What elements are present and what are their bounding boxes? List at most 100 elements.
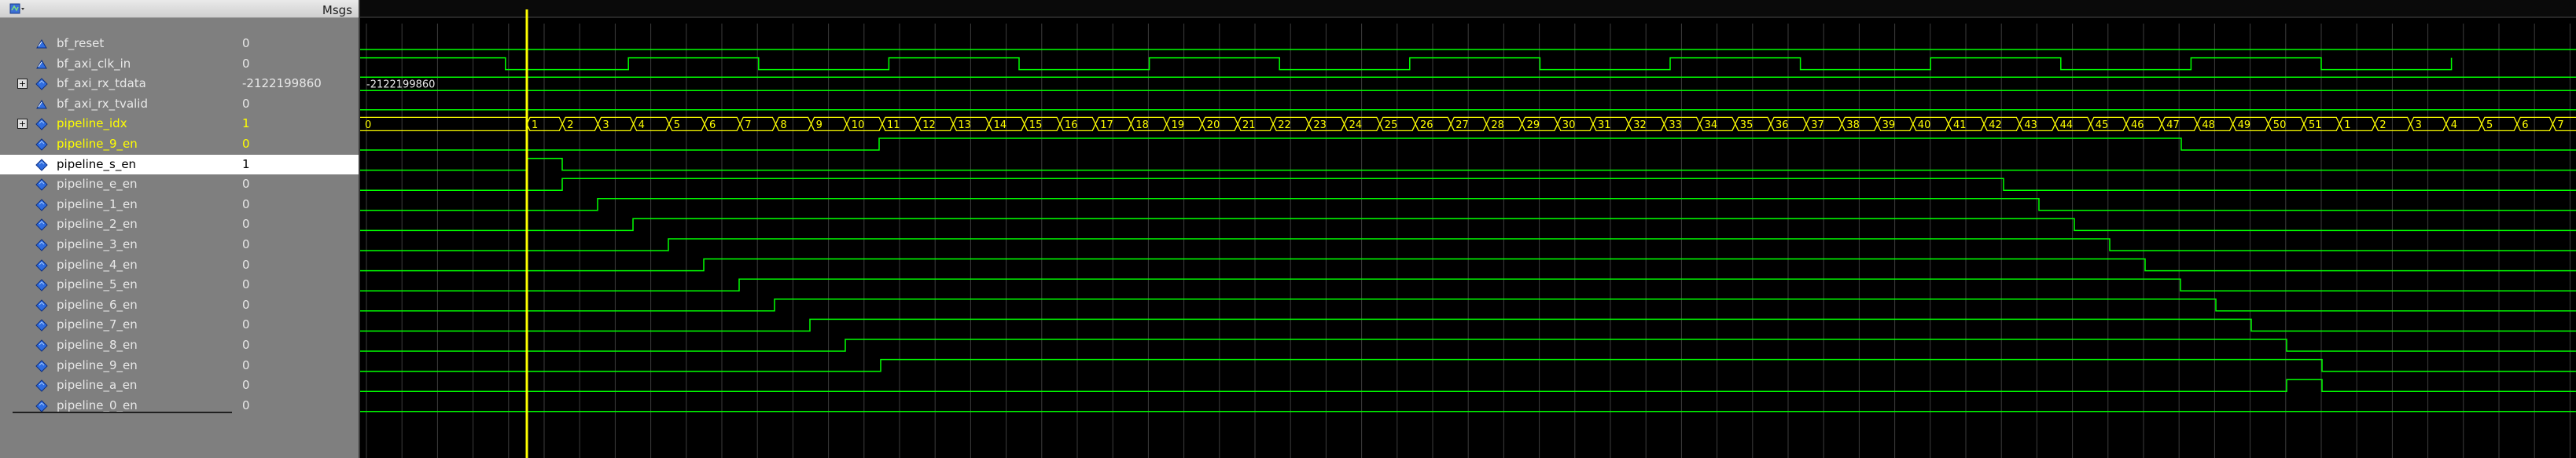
signal-row-pipeline_a_en[interactable]: pipeline_a_en bbox=[0, 376, 238, 395]
value-row-bf_reset[interactable]: 0 bbox=[238, 34, 359, 53]
signal-row-pipeline_8_en[interactable]: pipeline_8_en bbox=[0, 335, 238, 355]
idx-bus-label: 3 bbox=[602, 119, 609, 131]
value-row-pipeline_7_en[interactable]: 0 bbox=[238, 315, 359, 335]
signal-row-pipeline_1_en[interactable]: pipeline_1_en bbox=[0, 195, 238, 214]
idx-bus-label: 50 bbox=[2273, 119, 2287, 131]
value-row-pipeline_idx[interactable]: 1 bbox=[238, 114, 359, 134]
value-row-pipeline_6_en[interactable]: 0 bbox=[238, 295, 359, 315]
idx-bus-label: 0 bbox=[365, 119, 371, 131]
signal-row-bf_reset[interactable]: bf_reset bbox=[0, 34, 238, 53]
signal-name: bf_axi_rx_tdata bbox=[57, 76, 146, 91]
signal-value: 0 bbox=[242, 196, 250, 211]
signal-name: pipeline_e_en bbox=[57, 177, 138, 192]
signal-name: pipeline_a_en bbox=[57, 378, 138, 393]
idx-bus-label: 42 bbox=[1989, 119, 2002, 131]
idx-bus-label: 43 bbox=[2024, 119, 2037, 131]
signal-row-pipeline_idx[interactable]: + pipeline_idx bbox=[0, 114, 238, 134]
value-row-pipeline_s_en[interactable]: 1 bbox=[238, 154, 359, 174]
idx-bus-label: 39 bbox=[1882, 119, 1896, 131]
signal-row-pipeline_7_en[interactable]: pipeline_7_en bbox=[0, 315, 238, 335]
signal-row-pipeline_9_en[interactable]: pipeline_9_en bbox=[0, 134, 238, 154]
signal-icon bbox=[35, 359, 48, 372]
idx-bus-label: 37 bbox=[1811, 119, 1824, 131]
expand-toggle-icon[interactable]: + bbox=[17, 79, 28, 90]
value-row-pipeline_5_en[interactable]: 0 bbox=[238, 275, 359, 295]
signal-name: pipeline_0_en bbox=[57, 398, 138, 412]
bus-signal-icon bbox=[35, 78, 48, 90]
names-divider bbox=[13, 412, 232, 413]
wave-toolbar-icon[interactable] bbox=[9, 2, 25, 15]
signal-row-pipeline_9_en[interactable]: pipeline_9_en bbox=[0, 356, 238, 376]
signal-value: 0 bbox=[242, 357, 250, 372]
value-row-pipeline_2_en[interactable]: 0 bbox=[238, 214, 359, 234]
names-header bbox=[0, 0, 238, 18]
idx-bus-label: 1 bbox=[532, 119, 538, 131]
idx-bus-label: 6 bbox=[709, 119, 716, 131]
value-row-pipeline_a_en[interactable]: 0 bbox=[238, 376, 359, 395]
idx-bus-label: 4 bbox=[2451, 119, 2457, 131]
value-row-pipeline_e_en[interactable]: 0 bbox=[238, 174, 359, 194]
signal-values-pane: Msgs 0 0 -2122199860 0 1 0 1 0 0 0 0 0 0 0 0 0 0 0 0 bbox=[238, 0, 359, 458]
idx-bus-label: 11 bbox=[887, 119, 900, 131]
signal-row-pipeline_6_en[interactable]: pipeline_6_en bbox=[0, 295, 238, 315]
idx-bus-label: 9 bbox=[816, 119, 822, 131]
idx-bus-label: 3 bbox=[2416, 119, 2422, 131]
signal-icon bbox=[35, 319, 48, 332]
waveform-pane[interactable]: -2122199860 0 1 2 3 4 5 6 7 8 9 10 11 12 13 14 15 16 17 18 1… bbox=[360, 0, 2576, 458]
value-row-bf_axi_rx_tvalid[interactable]: 0 bbox=[238, 94, 359, 114]
expand-toggle-icon[interactable]: + bbox=[17, 119, 28, 130]
idx-bus-label: 14 bbox=[994, 119, 1007, 131]
signal-row-bf_axi_clk_in[interactable]: bf_axi_clk_in bbox=[0, 54, 238, 74]
signal-icon bbox=[35, 178, 48, 191]
value-row-pipeline_3_en[interactable]: 0 bbox=[238, 235, 359, 255]
idx-bus-label: 45 bbox=[2096, 119, 2109, 131]
idx-bus-label: 26 bbox=[1420, 119, 1433, 131]
idx-bus-label: 8 bbox=[780, 119, 786, 131]
signal-row-pipeline_5_en[interactable]: pipeline_5_en bbox=[0, 275, 238, 295]
values-header: Msgs bbox=[238, 0, 359, 18]
signal-row-pipeline_3_en[interactable]: pipeline_3_en bbox=[0, 235, 238, 255]
idx-bus-label: 33 bbox=[1669, 119, 1682, 131]
idx-bus-label: 4 bbox=[638, 119, 645, 131]
signal-row-pipeline_e_en[interactable]: pipeline_e_en bbox=[0, 174, 238, 194]
signal-row-pipeline_4_en[interactable]: pipeline_4_en bbox=[0, 255, 238, 275]
signal-icon bbox=[36, 59, 47, 69]
signal-name: pipeline_6_en bbox=[57, 297, 138, 312]
signal-row-bf_axi_rx_tdata[interactable]: + bf_axi_rx_tdata bbox=[0, 74, 238, 93]
signal-name: pipeline_5_en bbox=[57, 277, 138, 292]
signal-icon bbox=[36, 39, 47, 49]
idx-bus-label: 5 bbox=[2486, 119, 2493, 131]
idx-bus-label: 1 bbox=[2344, 119, 2350, 131]
signal-icon bbox=[35, 158, 48, 171]
signal-row-pipeline_2_en[interactable]: pipeline_2_en bbox=[0, 214, 238, 234]
signal-icon bbox=[35, 339, 48, 352]
idx-bus-label: 35 bbox=[1740, 119, 1754, 131]
value-row-pipeline_8_en[interactable]: 0 bbox=[238, 335, 359, 355]
signal-row-pipeline_s_en[interactable]: pipeline_s_en bbox=[0, 154, 238, 174]
signal-value: 0 bbox=[242, 378, 250, 393]
value-row-pipeline_0_en[interactable]: 0 bbox=[238, 396, 359, 416]
signal-value: 0 bbox=[242, 338, 250, 352]
value-row-pipeline_9_en[interactable]: 0 bbox=[238, 134, 359, 154]
signal-value: -2122199860 bbox=[242, 76, 322, 91]
idx-bus-label: 20 bbox=[1207, 119, 1220, 131]
value-row-bf_axi_rx_tdata[interactable]: -2122199860 bbox=[238, 74, 359, 93]
idx-bus-label: 29 bbox=[1527, 119, 1540, 131]
signal-icon bbox=[35, 199, 48, 211]
signal-name: bf_reset bbox=[57, 36, 105, 50]
idx-bus-label: 24 bbox=[1349, 119, 1363, 131]
idx-bus-label: 30 bbox=[1562, 119, 1576, 131]
signal-icon bbox=[36, 99, 47, 109]
idx-bus-label: 2 bbox=[2379, 119, 2386, 131]
value-row-bf_axi_clk_in[interactable]: 0 bbox=[238, 54, 359, 74]
signal-name: pipeline_s_en bbox=[57, 156, 137, 171]
signal-icon bbox=[35, 138, 48, 151]
signal-name: pipeline_4_en bbox=[57, 257, 138, 272]
value-row-pipeline_4_en[interactable]: 0 bbox=[238, 255, 359, 275]
signal-row-bf_axi_rx_tvalid[interactable]: bf_axi_rx_tvalid bbox=[0, 94, 238, 114]
signal-value: 0 bbox=[242, 317, 250, 332]
idx-bus-label: 31 bbox=[1598, 119, 1611, 131]
idx-bus-label: 40 bbox=[1918, 119, 1931, 131]
value-row-pipeline_1_en[interactable]: 0 bbox=[238, 195, 359, 214]
value-row-pipeline_9_en[interactable]: 0 bbox=[238, 356, 359, 376]
